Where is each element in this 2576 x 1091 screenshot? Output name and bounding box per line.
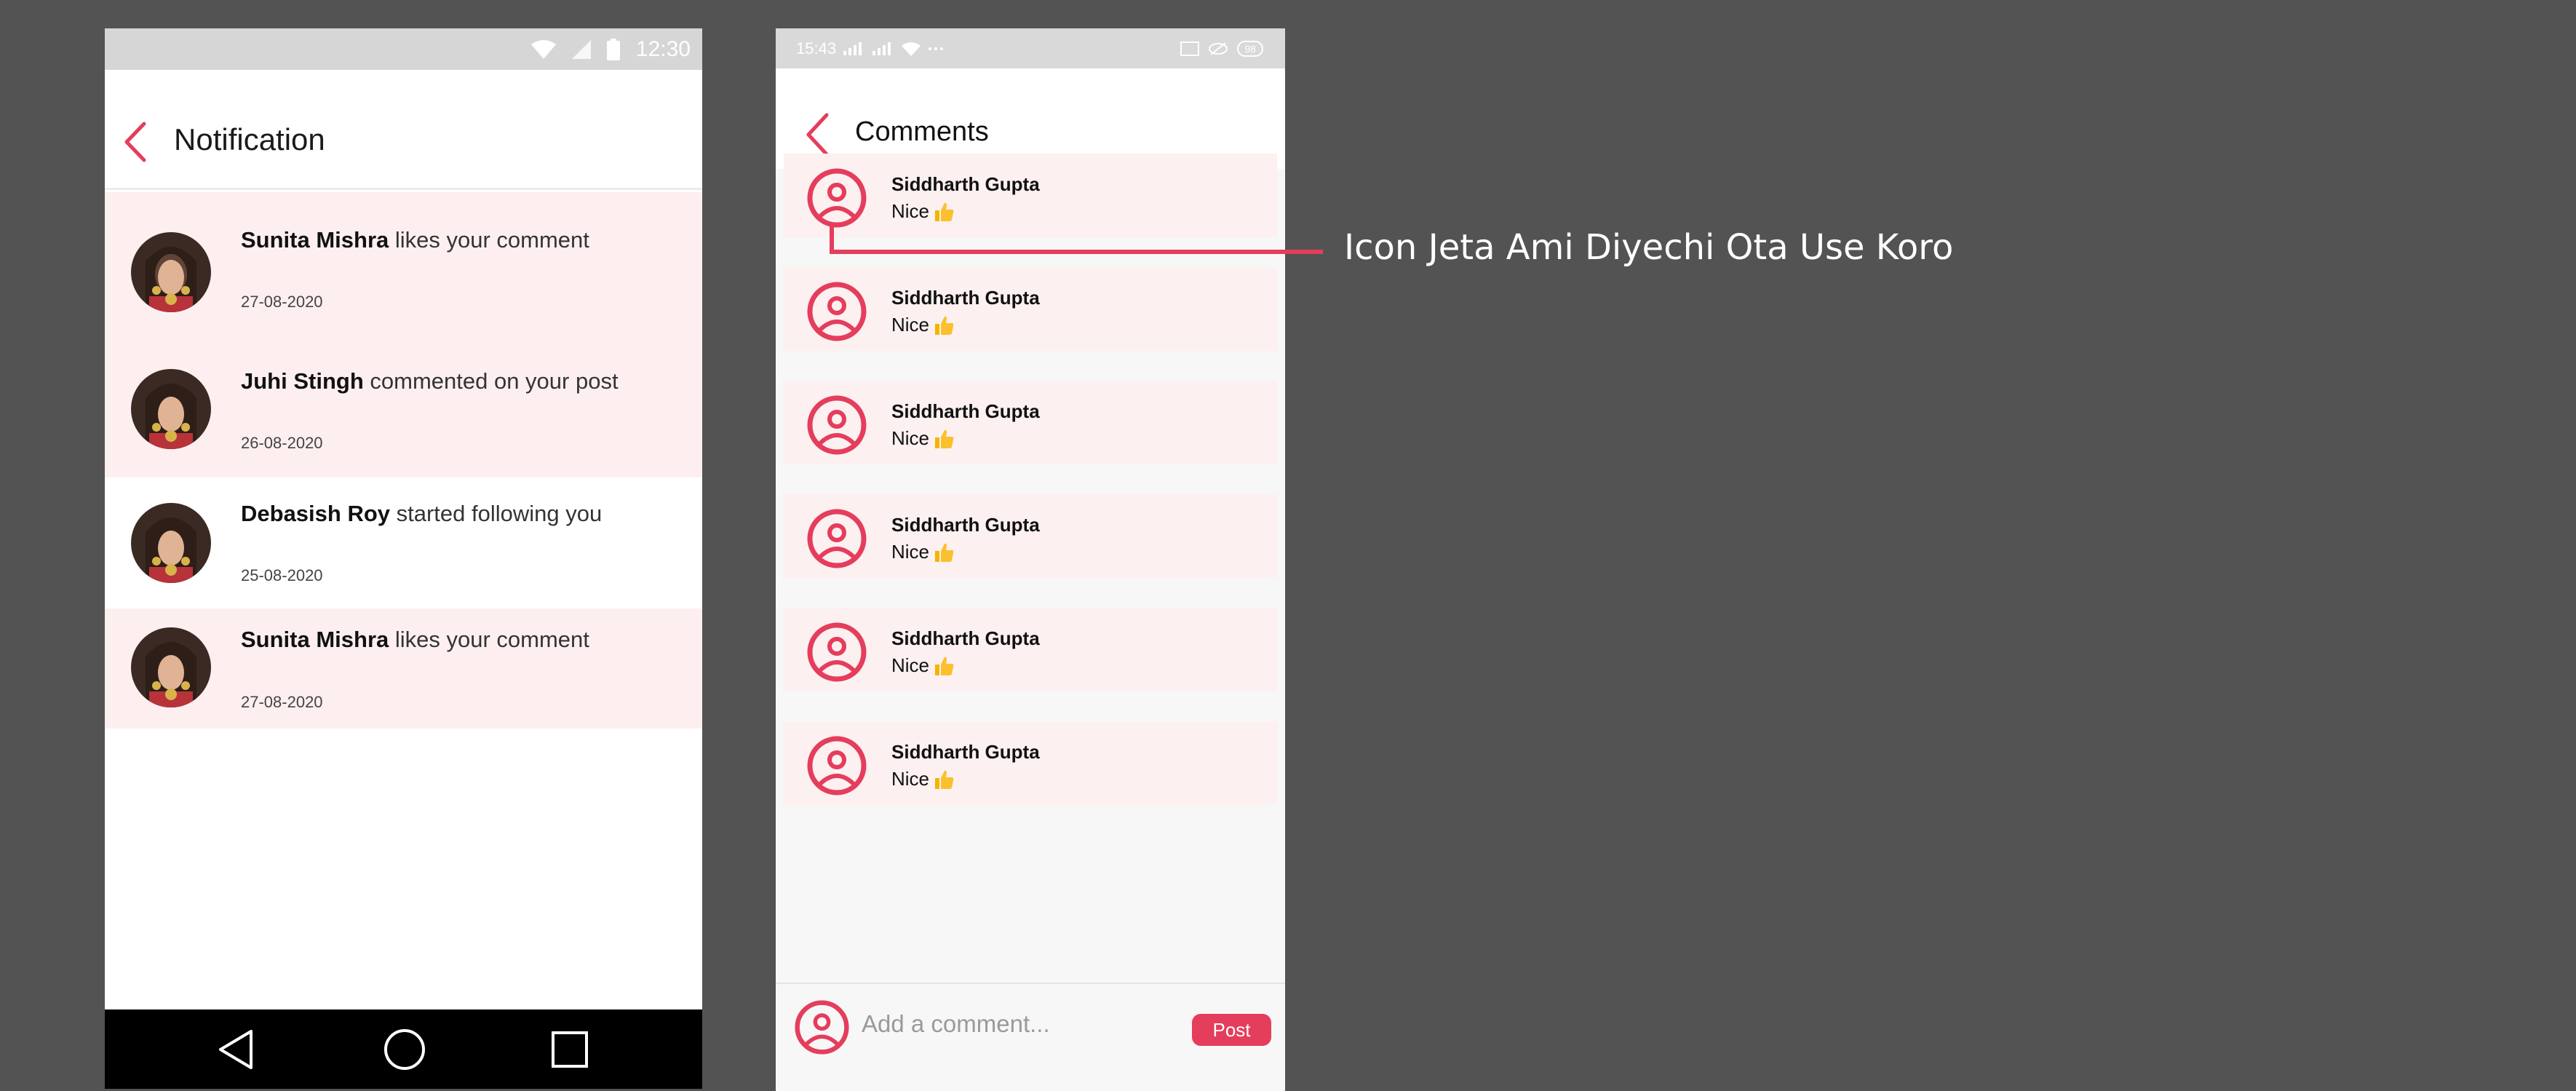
comment-item[interactable]: Siddharth Gupta Nice: [784, 608, 1277, 691]
cell-signal-icon: [843, 41, 862, 55]
comment-author: Siddharth Gupta: [891, 514, 1040, 536]
status-bar: 12:30: [105, 28, 702, 70]
nav-home-button[interactable]: [383, 1009, 426, 1089]
notification-action: likes your comment: [389, 627, 589, 652]
nav-recents-button[interactable]: [551, 1009, 589, 1089]
user-avatar-icon: [807, 395, 867, 455]
comment-input[interactable]: [862, 1006, 1182, 1042]
status-time: 12:30: [635, 36, 691, 61]
annotation-label: Icon Jeta Ami Diyechi Ota Use Koro: [1344, 227, 1954, 268]
thumbs-up-icon: [935, 770, 954, 789]
comment-body: Nice: [891, 654, 955, 677]
notification-action: started following you: [390, 501, 603, 526]
notification-user-name: Debasish Roy: [241, 501, 391, 526]
back-triangle-icon: [219, 1029, 253, 1069]
cell-signal-icon: [872, 41, 891, 55]
cell-signal-icon: [571, 39, 591, 59]
comment-body: Nice: [891, 768, 955, 790]
comment-item[interactable]: Siddharth Gupta Nice: [784, 267, 1277, 351]
comment-body: Nice: [891, 200, 955, 223]
thumbs-up-icon: [935, 656, 954, 675]
bride-avatar-icon: [131, 627, 211, 707]
comment-item[interactable]: Siddharth Gupta Nice: [784, 721, 1277, 805]
comment-body: Nice: [891, 427, 955, 450]
notification-user-name: Juhi Stingh: [241, 368, 364, 394]
user-avatar-icon: [807, 736, 867, 796]
notification-item[interactable]: Juhi Stingh commented on your post 26-08…: [105, 335, 702, 477]
user-avatar-icon: [807, 168, 867, 228]
comment-body: Nice: [891, 541, 955, 563]
notification-user-name: Sunita Mishra: [241, 227, 389, 253]
comment-composer: Post: [776, 983, 1285, 1063]
thumbs-up-icon: [935, 316, 954, 335]
bride-avatar-icon: [131, 369, 211, 449]
thumbs-up-icon: [935, 543, 954, 562]
notification-user-name: Sunita Mishra: [241, 627, 389, 652]
user-avatar-icon: [807, 509, 867, 568]
recents-square-icon: [552, 1031, 588, 1068]
comment-item[interactable]: Siddharth Gupta Nice: [784, 494, 1277, 578]
notification-screen: 12:30 Notification Sunita Mishra likes y…: [105, 28, 702, 1089]
battery-level: 98: [1237, 40, 1263, 57]
comment-text: Nice: [891, 541, 930, 563]
comment-text: Nice: [891, 768, 930, 790]
comment-author: Siddharth Gupta: [891, 627, 1040, 649]
notification-message: Juhi Stingh commented on your post: [241, 368, 619, 394]
notification-message: Debasish Roy started following you: [241, 500, 619, 527]
avatar: [131, 369, 211, 449]
thumbs-up-icon: [935, 429, 954, 448]
back-arrow-icon[interactable]: [124, 122, 147, 162]
notification-item[interactable]: Sunita Mishra likes your comment 27-08-2…: [105, 608, 702, 729]
notification-date: 27-08-2020: [241, 293, 323, 311]
system-nav-bar: [105, 1009, 702, 1089]
notification-message: Sunita Mishra likes your comment: [241, 226, 619, 253]
notification-date: 26-08-2020: [241, 434, 323, 452]
avatar: [131, 627, 211, 707]
status-bar: 15:43 98: [776, 28, 1285, 68]
user-avatar-icon: [795, 1000, 849, 1055]
notification-action: likes your comment: [389, 227, 589, 253]
status-time: 15:43: [796, 39, 837, 57]
comment-text: Nice: [891, 427, 930, 449]
comment-text: Nice: [891, 654, 930, 676]
bride-avatar-icon: [131, 232, 211, 312]
comment-author: Siddharth Gupta: [891, 741, 1040, 763]
comment-item[interactable]: Siddharth Gupta Nice: [784, 154, 1277, 237]
notification-item[interactable]: Debasish Roy started following you 25-08…: [105, 477, 702, 608]
comment-author: Siddharth Gupta: [891, 400, 1040, 422]
user-avatar-icon: [807, 622, 867, 682]
comment-author: Siddharth Gupta: [891, 287, 1040, 309]
page-title: Comments: [855, 116, 989, 147]
avatar: [131, 232, 211, 312]
more-dots-icon: [929, 47, 944, 50]
thumbs-up-icon: [935, 202, 954, 221]
user-avatar-icon: [807, 282, 867, 341]
bride-avatar-icon: [131, 503, 211, 583]
page-title: Notification: [174, 122, 325, 156]
comment-author: Siddharth Gupta: [891, 173, 1040, 195]
notification-date: 25-08-2020: [241, 566, 323, 584]
comment-item[interactable]: Siddharth Gupta Nice: [784, 381, 1277, 464]
comments-screen: 15:43 98 Comments Siddharth Gupta Nice S…: [776, 28, 1285, 1091]
wifi-icon: [530, 39, 556, 59]
wifi-icon: [902, 41, 921, 56]
comment-text: Nice: [891, 200, 930, 222]
notification-action: commented on your post: [363, 368, 619, 394]
eye-off-icon: [1209, 41, 1228, 55]
post-button[interactable]: Post: [1192, 1014, 1271, 1046]
comment-body: Nice: [891, 314, 955, 336]
notification-list: Sunita Mishra likes your comment 27-08-2…: [105, 192, 702, 729]
notification-date: 27-08-2020: [241, 693, 323, 711]
home-circle-icon: [384, 1028, 425, 1070]
notification-item[interactable]: Sunita Mishra likes your comment 27-08-2…: [105, 192, 702, 335]
app-bar: Notification: [105, 70, 702, 190]
volte-icon: [1180, 41, 1200, 56]
notification-message: Sunita Mishra likes your comment: [241, 626, 619, 653]
avatar: [131, 503, 211, 583]
nav-back-button[interactable]: [218, 1009, 254, 1089]
battery-icon: [606, 38, 620, 60]
back-arrow-icon[interactable]: [805, 112, 830, 157]
comment-text: Nice: [891, 314, 930, 336]
